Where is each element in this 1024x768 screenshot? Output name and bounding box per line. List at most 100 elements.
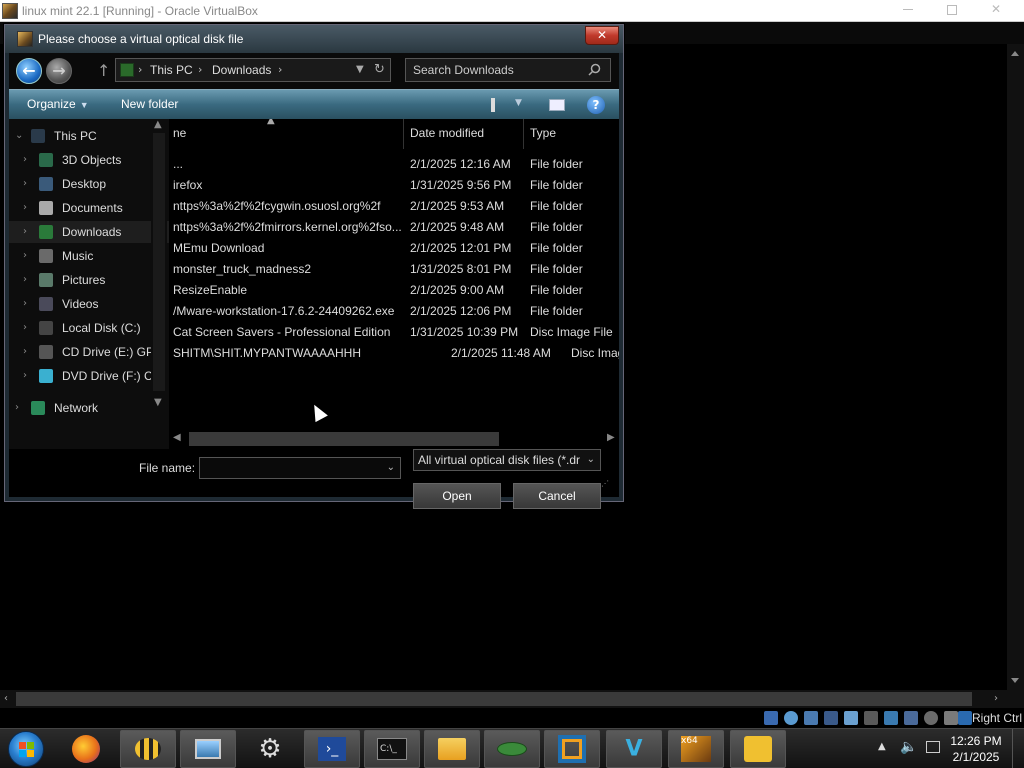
- usb-status-icon[interactable]: [844, 711, 858, 725]
- chevron-right-icon[interactable]: ›: [23, 322, 27, 333]
- breadcrumb-this-pc[interactable]: This PC: [150, 63, 193, 77]
- nav-item-cd-drive[interactable]: › CD Drive (E:) GP: [9, 341, 169, 363]
- organize-button[interactable]: Organize ▼: [27, 97, 89, 111]
- chevron-right-icon[interactable]: ›: [23, 346, 27, 357]
- file-row[interactable]: MEmu Download 2/1/2025 12:01 PM File fol…: [169, 238, 619, 259]
- mouse-integration-icon[interactable]: [944, 711, 958, 725]
- nav-item-desktop[interactable]: › Desktop: [9, 173, 169, 195]
- help-icon[interactable]: ?: [587, 96, 605, 114]
- nav-item-documents[interactable]: › Documents: [9, 197, 169, 219]
- minimize-button[interactable]: [886, 0, 930, 20]
- display-status-icon[interactable]: [884, 711, 898, 725]
- taskbar-vm-tool[interactable]: [484, 730, 540, 768]
- taskbar-x64-app[interactable]: x64: [668, 730, 724, 768]
- nav-item-dvd-drive[interactable]: › DVD Drive (F:) C: [9, 365, 169, 387]
- show-desktop-button[interactable]: [1012, 729, 1024, 768]
- scrollbar-thumb[interactable]: [16, 692, 972, 706]
- taskbar-computer[interactable]: [180, 730, 236, 768]
- nav-item-3d-objects[interactable]: › 3D Objects: [9, 149, 169, 171]
- resize-grip-icon[interactable]: ⋰: [601, 480, 613, 493]
- audio-status-icon[interactable]: [804, 711, 818, 725]
- nav-item-videos[interactable]: › Videos: [9, 293, 169, 315]
- file-row[interactable]: nttps%3a%2f%2fmirrors.kernel.org%2fso...…: [169, 217, 619, 238]
- file-row[interactable]: ... 2/1/2025 12:16 AM File folder: [169, 154, 619, 175]
- maximize-button[interactable]: [930, 0, 974, 20]
- chevron-right-icon[interactable]: ▶: [607, 432, 615, 443]
- chevron-right-icon[interactable]: ›: [23, 202, 27, 213]
- column-date-header[interactable]: Date modified: [410, 126, 484, 140]
- nav-item-downloads[interactable]: › Downloads: [9, 221, 169, 243]
- chevron-right-icon[interactable]: ›: [23, 298, 27, 309]
- cpu-status-icon[interactable]: [924, 711, 938, 725]
- chevron-down-icon[interactable]: ▼: [154, 397, 162, 408]
- system-clock[interactable]: 12:26 PM 2/1/2025: [946, 733, 1006, 765]
- guest-horizontal-scrollbar[interactable]: ‹ ›: [0, 690, 1024, 708]
- shared-folders-status-icon[interactable]: [864, 711, 878, 725]
- taskbar-virtualbox[interactable]: [544, 730, 600, 768]
- open-button[interactable]: Open: [413, 483, 501, 509]
- optical-drive-status-icon[interactable]: [784, 711, 798, 725]
- network-tray-icon[interactable]: [926, 741, 940, 753]
- dialog-close-button[interactable]: ✕: [585, 26, 619, 45]
- close-button[interactable]: ✕: [974, 0, 1018, 20]
- start-button[interactable]: [8, 731, 44, 767]
- taskbar-bee-app[interactable]: [120, 730, 176, 768]
- file-name-field[interactable]: [200, 458, 380, 478]
- preview-pane-icon[interactable]: [549, 99, 565, 111]
- recording-status-icon[interactable]: [904, 711, 918, 725]
- file-row[interactable]: SHITM\SHIT.MYPANTWAAAAHHH 2/1/2025 11:48…: [169, 343, 619, 364]
- column-divider[interactable]: [523, 119, 524, 149]
- file-row[interactable]: irefox 1/31/2025 9:56 PM File folder: [169, 175, 619, 196]
- keyboard-capture-icon[interactable]: [958, 711, 972, 725]
- volume-icon[interactable]: 🔈: [900, 739, 917, 755]
- nav-item-local-disk[interactable]: › Local Disk (C:): [9, 317, 169, 339]
- cancel-button[interactable]: Cancel: [513, 483, 601, 509]
- chevron-right-icon[interactable]: ›: [23, 274, 27, 285]
- taskbar-terminal[interactable]: C:\_: [364, 730, 420, 768]
- chevron-up-icon[interactable]: ▲: [154, 119, 162, 130]
- network-status-icon[interactable]: [824, 711, 838, 725]
- guest-vertical-scrollbar[interactable]: [1007, 44, 1024, 690]
- scrollbar-thumb[interactable]: [153, 133, 165, 391]
- chevron-right-icon[interactable]: ›: [23, 154, 27, 165]
- nav-pane-scrollbar[interactable]: ▲ ▼: [151, 119, 167, 415]
- chevron-right-icon[interactable]: ›: [23, 178, 27, 189]
- chevron-down-icon[interactable]: ⌄: [587, 454, 595, 465]
- chevron-down-icon[interactable]: ▼: [356, 64, 364, 75]
- column-divider[interactable]: [403, 119, 404, 149]
- dialog-titlebar[interactable]: Please choose a virtual optical disk fil…: [5, 25, 623, 53]
- taskbar-vmware[interactable]: V: [606, 730, 662, 768]
- file-list-hscrollbar[interactable]: ◀ ▶: [169, 429, 619, 449]
- search-icon[interactable]: [588, 63, 601, 76]
- file-row[interactable]: /Mware-workstation-17.6.2-24409262.exe 2…: [169, 301, 619, 322]
- chevron-right-icon[interactable]: ›: [23, 370, 27, 381]
- chevron-left-icon[interactable]: ‹: [4, 693, 14, 705]
- taskbar-powershell[interactable]: ›_: [304, 730, 360, 768]
- forward-button[interactable]: →: [46, 58, 72, 84]
- search-input[interactable]: [406, 59, 586, 81]
- chevron-right-icon[interactable]: ›: [23, 250, 27, 261]
- taskbar-file-explorer[interactable]: [424, 730, 480, 768]
- file-row[interactable]: Cat Screen Savers - Professional Edition…: [169, 322, 619, 343]
- column-type-header[interactable]: Type: [530, 126, 556, 140]
- view-options-icon[interactable]: [491, 98, 495, 112]
- nav-item-this-pc[interactable]: ⌄ This PC: [9, 125, 169, 147]
- chevron-right-icon[interactable]: ›: [994, 693, 1004, 705]
- file-row[interactable]: monster_truck_madness2 1/31/2025 8:01 PM…: [169, 259, 619, 280]
- chevron-down-icon[interactable]: ⌄: [15, 130, 23, 141]
- taskbar-puzzle-app[interactable]: [730, 730, 786, 768]
- chevron-right-icon[interactable]: ›: [15, 402, 19, 413]
- breadcrumb-downloads[interactable]: Downloads: [212, 63, 271, 77]
- scrollbar-thumb[interactable]: [189, 432, 499, 446]
- address-bar[interactable]: › This PC › Downloads › ▼ ↻: [115, 58, 391, 82]
- search-box[interactable]: [405, 58, 611, 82]
- chevron-left-icon[interactable]: ◀: [173, 432, 181, 443]
- chevron-down-icon[interactable]: ▼: [515, 98, 522, 108]
- chevron-down-icon[interactable]: ⌄: [387, 462, 395, 473]
- chevron-up-icon[interactable]: ▲: [878, 741, 886, 752]
- nav-item-network[interactable]: › Network: [9, 397, 169, 419]
- nav-item-music[interactable]: › Music: [9, 245, 169, 267]
- refresh-icon[interactable]: ↻: [374, 62, 385, 77]
- file-row[interactable]: ResizeEnable 2/1/2025 9:00 AM File folde…: [169, 280, 619, 301]
- back-button[interactable]: ←: [16, 58, 42, 84]
